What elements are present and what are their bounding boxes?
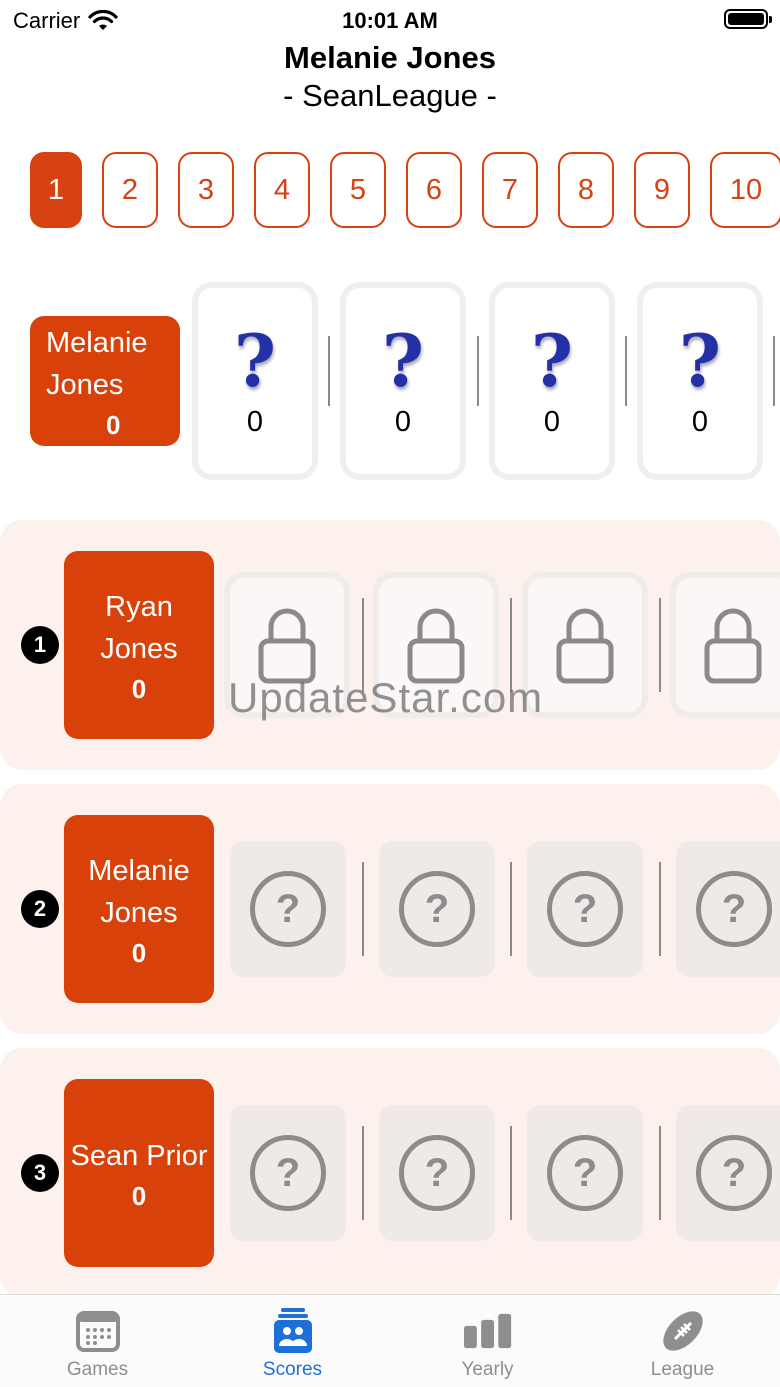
week-tab-9[interactable]: 9 bbox=[634, 152, 690, 228]
divider bbox=[659, 598, 661, 692]
question-circle-icon: ? bbox=[399, 1135, 475, 1211]
pick-slot[interactable]: ? 0 bbox=[340, 282, 466, 480]
tab-label: Games bbox=[66, 1359, 129, 1380]
divider bbox=[625, 336, 627, 406]
lock-icon bbox=[556, 608, 614, 684]
pick-score: 0 bbox=[691, 405, 709, 438]
divider bbox=[659, 1126, 661, 1220]
hidden-pick: ? bbox=[379, 1105, 495, 1241]
tab-label: Yearly bbox=[461, 1359, 514, 1380]
rank-badge: 3 bbox=[21, 1154, 59, 1192]
week-tab-5[interactable]: 5 bbox=[330, 152, 386, 228]
current-user-picks: Melanie Jones 0 ? 0 ? 0 ? 0 ? 0 bbox=[0, 282, 780, 482]
hidden-pick: ? bbox=[230, 1105, 346, 1241]
tab-bar: Games Scores Yearly League bbox=[0, 1294, 780, 1387]
question-mark-icon: ? bbox=[530, 317, 574, 403]
player-card[interactable]: Ryan Jones 0 bbox=[64, 551, 214, 739]
hidden-pick: ? bbox=[379, 841, 495, 977]
tab-yearly[interactable]: Yearly bbox=[390, 1295, 585, 1387]
question-mark-icon: ? bbox=[381, 317, 425, 403]
week-tab-8[interactable]: 8 bbox=[558, 152, 614, 228]
divider bbox=[659, 862, 661, 956]
player-card[interactable]: Melanie Jones 0 bbox=[64, 815, 214, 1003]
tab-games[interactable]: Games bbox=[0, 1295, 195, 1387]
hidden-pick: ? bbox=[676, 841, 780, 977]
tab-scores[interactable]: Scores bbox=[195, 1295, 390, 1387]
pick-score: 0 bbox=[394, 405, 412, 438]
user-score: 0 bbox=[106, 409, 121, 440]
player-score: 0 bbox=[131, 937, 147, 968]
pick-slot[interactable]: ? 0 bbox=[489, 282, 615, 480]
tab-label: Scores bbox=[262, 1359, 323, 1380]
hidden-pick: ? bbox=[527, 841, 643, 977]
divider bbox=[510, 862, 512, 956]
player-score: 0 bbox=[131, 1180, 147, 1211]
lock-icon bbox=[258, 608, 316, 684]
pick-score: 0 bbox=[543, 405, 561, 438]
scores-icon bbox=[269, 1307, 317, 1355]
standing-row[interactable]: 2 Melanie Jones 0 ? ? ? ? bbox=[0, 784, 780, 1034]
rank-badge: 1 bbox=[21, 626, 59, 664]
player-first-name: Melanie bbox=[88, 854, 190, 887]
standing-row[interactable]: 1 Ryan Jones 0 bbox=[0, 520, 780, 770]
week-tab-6[interactable]: 6 bbox=[406, 152, 462, 228]
clock: 10:01 AM bbox=[342, 8, 438, 33]
divider bbox=[477, 336, 479, 406]
league-subtitle: - SeanLeague - bbox=[283, 78, 497, 113]
lock-icon bbox=[704, 608, 762, 684]
divider bbox=[328, 336, 330, 406]
question-circle-icon: ? bbox=[547, 1135, 623, 1211]
user-last-name: Jones bbox=[46, 368, 124, 401]
week-tab-7[interactable]: 7 bbox=[482, 152, 538, 228]
question-circle-icon: ? bbox=[696, 871, 772, 947]
question-mark-icon: ? bbox=[233, 317, 277, 403]
player-first-name: Ryan bbox=[105, 590, 173, 623]
status-bar: Carrier 10:01 AM bbox=[0, 0, 780, 40]
pick-slot[interactable]: ? 0 bbox=[637, 282, 763, 480]
divider bbox=[362, 1126, 364, 1220]
tab-label: League bbox=[650, 1359, 715, 1380]
battery-icon bbox=[724, 9, 772, 29]
week-tab-3[interactable]: 3 bbox=[178, 152, 234, 228]
week-tab-4[interactable]: 4 bbox=[254, 152, 310, 228]
hidden-pick: ? bbox=[527, 1105, 643, 1241]
current-user-card[interactable]: Melanie Jones 0 bbox=[30, 316, 180, 446]
question-circle-icon: ? bbox=[399, 871, 475, 947]
week-tab-1[interactable]: 1 bbox=[30, 152, 82, 228]
calendar-icon bbox=[74, 1307, 122, 1355]
football-icon bbox=[659, 1307, 707, 1355]
player-score: 0 bbox=[131, 673, 147, 704]
week-selector: 1 2 3 4 5 6 7 8 9 10 bbox=[30, 152, 780, 228]
week-tab-10[interactable]: 10 bbox=[710, 152, 780, 228]
question-mark-icon: ? bbox=[678, 317, 722, 403]
rank-badge: 2 bbox=[21, 890, 59, 928]
watermark: UpdateStar.com bbox=[228, 674, 544, 721]
page-title: Melanie Jones bbox=[284, 40, 496, 75]
question-circle-icon: ? bbox=[250, 1135, 326, 1211]
week-tab-2[interactable]: 2 bbox=[102, 152, 158, 228]
hidden-pick: ? bbox=[230, 841, 346, 977]
player-card[interactable]: Sean Prior 0 bbox=[64, 1079, 214, 1267]
standing-row[interactable]: 3 Sean Prior 0 ? ? ? ? bbox=[0, 1048, 780, 1298]
divider bbox=[510, 1126, 512, 1220]
player-last-name: Jones bbox=[100, 896, 178, 929]
bar-chart-icon bbox=[463, 1307, 512, 1355]
player-last-name: Jones bbox=[100, 632, 178, 665]
locked-pick bbox=[670, 572, 780, 718]
pick-slot[interactable]: ? 0 bbox=[192, 282, 318, 480]
user-first-name: Melanie bbox=[46, 326, 148, 359]
hidden-pick: ? bbox=[676, 1105, 780, 1241]
question-circle-icon: ? bbox=[547, 871, 623, 947]
tab-league[interactable]: League bbox=[585, 1295, 780, 1387]
player-name: Sean Prior bbox=[70, 1139, 208, 1172]
pick-score: 0 bbox=[246, 405, 264, 438]
lock-icon bbox=[407, 608, 465, 684]
divider bbox=[773, 336, 775, 406]
question-circle-icon: ? bbox=[250, 871, 326, 947]
question-circle-icon: ? bbox=[696, 1135, 772, 1211]
divider bbox=[362, 862, 364, 956]
